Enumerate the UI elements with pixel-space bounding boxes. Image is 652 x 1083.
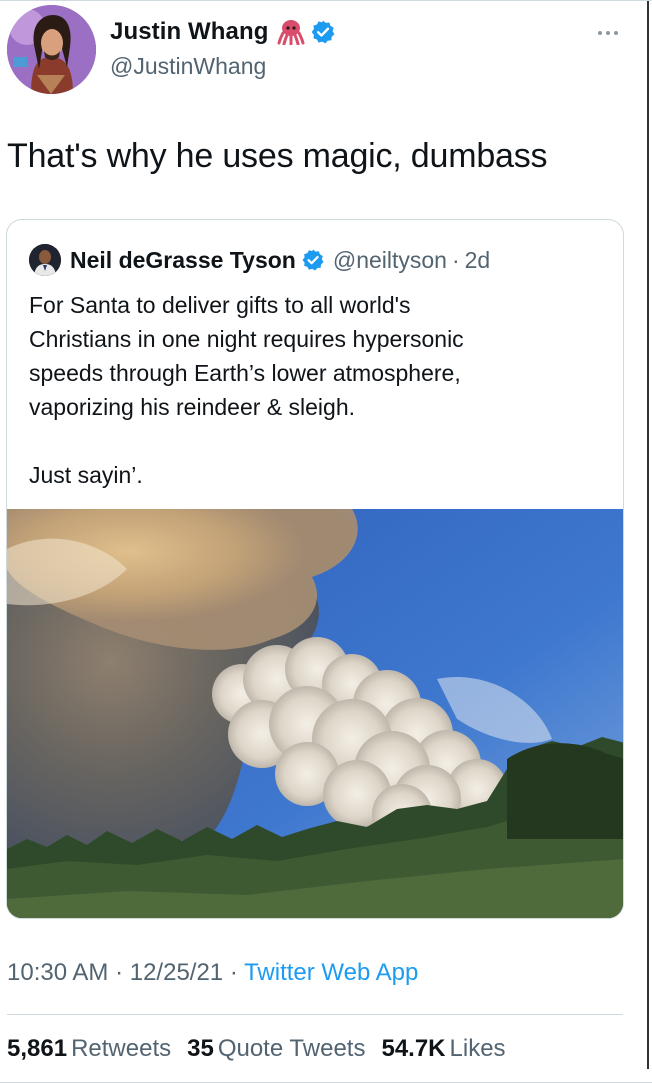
retweets-count: 5,861 bbox=[7, 1035, 68, 1062]
author-avatar[interactable] bbox=[7, 5, 96, 94]
octopus-icon bbox=[277, 19, 305, 46]
author-name-row[interactable]: Justin Whang bbox=[110, 18, 336, 46]
verified-badge-icon bbox=[310, 19, 336, 45]
author-handle[interactable]: @JustinWhang bbox=[110, 53, 266, 80]
quote-tweets-count: 35 bbox=[187, 1035, 214, 1062]
likes-label: Likes bbox=[449, 1035, 506, 1062]
retweets-label: Retweets bbox=[71, 1035, 172, 1062]
tweet-date[interactable]: 12/25/21 bbox=[130, 959, 223, 986]
quoted-text-line: vaporizing his reindeer & sleigh. bbox=[29, 394, 356, 420]
scrollbar-edge bbox=[647, 1, 649, 1069]
retweets-stat[interactable]: 5,861 Retweets bbox=[7, 1035, 171, 1063]
quote-tweets-stat[interactable]: 35 Quote Tweets bbox=[187, 1035, 365, 1063]
tweet-meta: 10:30 AM · 12/25/21 · Twitter Web App bbox=[7, 959, 418, 987]
tweet-source-app[interactable]: Twitter Web App bbox=[244, 959, 418, 986]
engagement-stats: 5,861 Retweets 35 Quote Tweets 54.7K Likes bbox=[7, 1035, 522, 1063]
likes-count: 54.7K bbox=[381, 1035, 446, 1062]
meta-separator: · bbox=[223, 959, 245, 986]
quoted-text-tail: Just sayin’. bbox=[29, 462, 143, 488]
tweet-time[interactable]: 10:30 AM bbox=[7, 959, 108, 986]
meta-separator: · bbox=[108, 959, 130, 986]
quoted-author-avatar bbox=[29, 244, 61, 276]
quoted-text-line: For Santa to deliver gifts to all world'… bbox=[29, 292, 411, 318]
quoted-text-line: speeds through Earth’s lower atmosphere, bbox=[29, 360, 461, 386]
quoted-timestamp: 2d bbox=[464, 246, 491, 273]
quoted-verified-badge-icon bbox=[302, 249, 324, 271]
quoted-display-name: Neil deGrasse Tyson bbox=[70, 246, 296, 273]
quoted-tweet-text: For Santa to deliver gifts to all world'… bbox=[29, 288, 609, 492]
likes-stat[interactable]: 54.7K Likes bbox=[381, 1035, 505, 1063]
stats-divider bbox=[7, 1014, 623, 1015]
tweet-text: That's why he uses magic, dumbass bbox=[7, 137, 548, 175]
author-display-name[interactable]: Justin Whang bbox=[110, 18, 269, 46]
author-avatar-image bbox=[7, 5, 96, 94]
wildfire-smoke-photo[interactable] bbox=[7, 509, 623, 918]
quoted-separator: · bbox=[451, 246, 460, 273]
quoted-text-line: Christians in one night requires hyperso… bbox=[29, 326, 464, 352]
quoted-handle: @neiltyson bbox=[332, 246, 447, 273]
more-options-icon[interactable] bbox=[596, 29, 620, 37]
quote-tweets-label: Quote Tweets bbox=[217, 1035, 366, 1062]
quoted-tweet-header: Neil deGrasse Tyson @neiltyson · 2d bbox=[29, 244, 490, 276]
tweet-detail: Justin Whang @JustinWhang That's why he … bbox=[0, 0, 652, 1083]
quoted-tweet-card[interactable]: Neil deGrasse Tyson @neiltyson · 2d For … bbox=[6, 219, 624, 919]
